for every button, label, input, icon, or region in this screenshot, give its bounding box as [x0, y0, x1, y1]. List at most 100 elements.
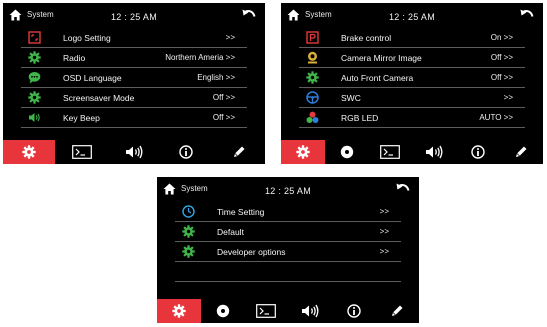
tab-terminal[interactable] [244, 299, 288, 323]
setting-label: Key Beep [63, 113, 100, 123]
back-arrow-icon[interactable] [519, 7, 535, 23]
pencil-icon [516, 146, 527, 157]
setting-label: Developer options [217, 247, 286, 257]
setting-value: Off >> [212, 93, 235, 102]
clock-time: 12 : 25 AM [388, 12, 436, 22]
setting-value: >> [503, 93, 513, 102]
setting-value: On >> [490, 33, 513, 42]
camera-icon [308, 51, 317, 64]
setting-label: Time Setting [217, 207, 265, 217]
status-bar: System 12 : 25 AM [157, 177, 419, 203]
tab-edit[interactable] [213, 140, 265, 164]
disc-icon [216, 304, 229, 318]
pencil-icon [233, 146, 245, 157]
setting-row-screensaver-mode[interactable]: Screensaver Mode Off >> [21, 88, 247, 108]
back-arrow-icon[interactable] [241, 7, 257, 23]
gear-icon [28, 91, 41, 104]
gear-icon [28, 51, 41, 64]
settings-list: Logo Setting >> Radio Northern Ameria >>… [21, 28, 247, 128]
gear-icon [306, 71, 319, 84]
tab-volume[interactable] [412, 140, 456, 164]
setting-label: Screensaver Mode [63, 93, 135, 103]
tab-disc[interactable] [201, 299, 245, 323]
chat-bubble-icon [28, 72, 41, 84]
info-icon [470, 145, 485, 159]
volume-icon [301, 304, 319, 318]
setting-row-camera-mirror-image[interactable]: Camera Mirror Image Off >> [299, 48, 525, 68]
setting-label: Auto Front Camera [341, 73, 414, 83]
logo-setting-icon [28, 31, 41, 44]
rgb-dots-icon [306, 111, 319, 123]
setting-label: RGB LED [341, 113, 379, 123]
setting-row-swc[interactable]: SWC >> [299, 88, 525, 108]
gear-icon [182, 245, 195, 258]
setting-row-osd-language[interactable]: OSD Language English >> [21, 68, 247, 88]
status-bar: System 12 : 25 AM [281, 3, 543, 29]
terminal-icon [71, 145, 92, 159]
setting-row-time-setting[interactable]: Time Setting >> [175, 202, 401, 222]
clock-time: 12 : 25 AM [110, 12, 158, 22]
setting-label: OSD Language [63, 73, 122, 83]
clock-time: 12 : 25 AM [264, 186, 312, 196]
tab-disc[interactable] [325, 140, 369, 164]
tab-volume[interactable] [288, 299, 332, 323]
clock-icon [182, 205, 195, 218]
bottom-tab-bar [3, 140, 265, 164]
setting-value: AUTO >> [479, 113, 513, 122]
gear-icon [182, 225, 195, 238]
setting-label: Brake control [341, 33, 392, 43]
volume-icon [126, 145, 143, 159]
tab-edit[interactable] [499, 140, 543, 164]
disc-icon [340, 145, 353, 159]
status-bar: System 12 : 25 AM [3, 3, 265, 29]
tab-info[interactable] [160, 140, 212, 164]
setting-row-radio[interactable]: Radio Northern Ameria >> [21, 48, 247, 68]
empty-row [175, 262, 401, 282]
system-settings-screen-3: System 12 : 25 AM Time Setting >> Defaul… [157, 177, 419, 323]
system-settings-screen-2: System 12 : 25 AM Brake control On >> Ca… [281, 3, 543, 164]
setting-label: SWC [341, 93, 361, 103]
setting-value: Off >> [490, 73, 513, 82]
gear-icon [172, 304, 186, 318]
tab-terminal[interactable] [55, 140, 107, 164]
setting-row-default[interactable]: Default >> [175, 222, 401, 242]
setting-label: Logo Setting [63, 33, 111, 43]
bottom-tab-bar [281, 140, 543, 164]
settings-list: Time Setting >> Default >> Developer opt… [175, 202, 401, 282]
info-icon [179, 145, 194, 159]
tab-info[interactable] [332, 299, 376, 323]
back-arrow-icon[interactable] [395, 181, 411, 197]
bottom-tab-bar [157, 299, 419, 323]
volume-icon [425, 145, 443, 159]
setting-label: Radio [63, 53, 86, 63]
steering-wheel-icon [306, 91, 319, 104]
settings-list: Brake control On >> Camera Mirror Image … [299, 28, 525, 128]
tab-settings[interactable] [3, 140, 56, 164]
setting-row-brake-control[interactable]: Brake control On >> [299, 28, 525, 48]
terminal-icon [380, 145, 401, 159]
tab-settings[interactable] [281, 140, 325, 164]
setting-label: Camera Mirror Image [341, 53, 422, 63]
pencil-icon [392, 305, 403, 316]
system-settings-screen-1: System 12 : 25 AM Logo Setting >> Radio … [3, 3, 265, 164]
setting-value: English >> [197, 73, 235, 82]
tab-info[interactable] [456, 140, 500, 164]
parking-p-icon [306, 31, 319, 44]
setting-row-key-beep[interactable]: Key Beep Off >> [21, 108, 247, 128]
setting-row-auto-front-camera[interactable]: Auto Front Camera Off >> [299, 68, 525, 88]
setting-value: Off >> [212, 113, 235, 122]
setting-row-developer-options[interactable]: Developer options >> [175, 242, 401, 262]
tab-edit[interactable] [375, 299, 419, 323]
setting-row-logo-setting[interactable]: Logo Setting >> [21, 28, 247, 48]
info-icon [346, 304, 361, 318]
gear-icon [296, 145, 310, 159]
setting-value: Off >> [490, 53, 513, 62]
tab-settings[interactable] [157, 299, 201, 323]
setting-value: >> [225, 33, 235, 42]
speaker-icon [29, 113, 40, 122]
setting-value: >> [379, 207, 389, 216]
tab-volume[interactable] [108, 140, 160, 164]
tab-terminal[interactable] [368, 140, 412, 164]
setting-row-rgb-led[interactable]: RGB LED AUTO >> [299, 108, 525, 128]
setting-value: >> [379, 227, 389, 236]
